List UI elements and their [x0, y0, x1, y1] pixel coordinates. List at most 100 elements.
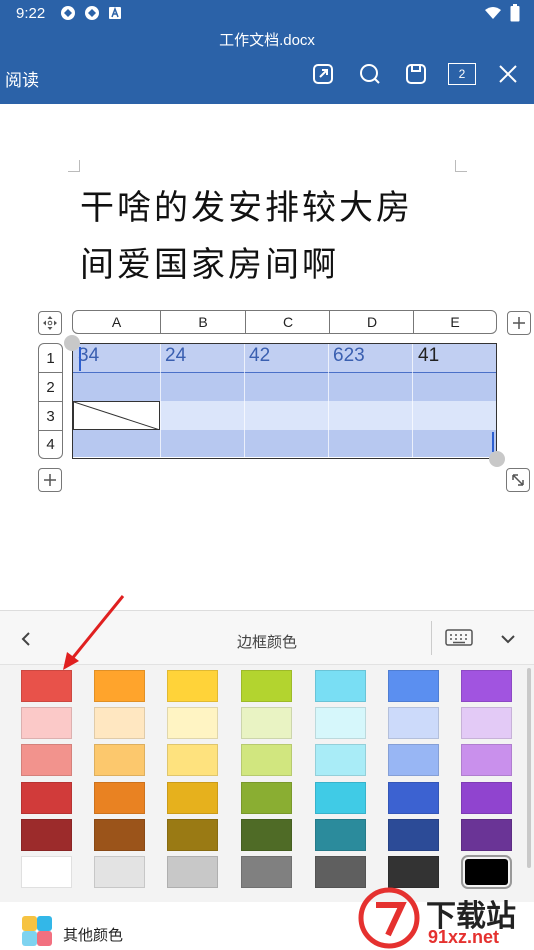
color-swatch[interactable] [388, 707, 439, 739]
color-grid-icon [22, 916, 52, 946]
color-swatch[interactable] [94, 856, 145, 888]
status-system-icons [484, 4, 520, 22]
column-line [244, 344, 245, 457]
palette-scrollbar[interactable] [527, 668, 531, 868]
color-swatch[interactable] [315, 782, 366, 814]
close-button[interactable] [494, 60, 522, 88]
color-swatch[interactable] [388, 782, 439, 814]
plus-icon [44, 474, 56, 486]
resize-diagonal-icon [512, 474, 524, 486]
color-swatch[interactable] [21, 744, 72, 776]
color-swatch[interactable] [167, 744, 218, 776]
color-swatch[interactable] [21, 856, 72, 888]
annotation-arrow [63, 595, 125, 670]
table-row[interactable] [73, 373, 496, 401]
add-column-button[interactable] [507, 311, 531, 335]
color-swatch[interactable] [94, 744, 145, 776]
share-button[interactable] [309, 60, 337, 88]
table-move-button[interactable] [38, 311, 62, 335]
row-header-1[interactable]: 1 [38, 343, 63, 373]
page-count-button[interactable]: 2 [448, 63, 476, 85]
color-swatch[interactable] [241, 819, 292, 851]
color-swatch[interactable] [241, 707, 292, 739]
color-swatch[interactable] [94, 819, 145, 851]
document-title: 工作文档.docx [219, 32, 315, 49]
color-swatch[interactable] [167, 782, 218, 814]
table-row[interactable] [73, 430, 496, 457]
keyboard-icon [445, 629, 473, 646]
color-swatch[interactable] [461, 782, 512, 814]
column-header-d[interactable]: D [330, 311, 414, 333]
app-notification-icon [60, 5, 76, 21]
keyboard-button[interactable] [444, 627, 474, 649]
color-swatch[interactable] [94, 782, 145, 814]
color-swatch[interactable] [461, 855, 512, 889]
color-swatch[interactable] [241, 744, 292, 776]
document-table[interactable]: 34 24 42 623 41 [72, 343, 497, 459]
move-arrows-icon [43, 316, 57, 330]
color-swatch[interactable] [241, 856, 292, 888]
color-swatch[interactable] [315, 819, 366, 851]
panel-divider [431, 621, 432, 655]
color-swatch[interactable] [315, 707, 366, 739]
color-swatch[interactable] [388, 856, 439, 888]
color-swatch[interactable] [315, 744, 366, 776]
color-swatch[interactable] [167, 819, 218, 851]
color-swatch[interactable] [167, 856, 218, 888]
color-swatch[interactable] [167, 670, 218, 702]
row-header-4[interactable]: 4 [38, 430, 63, 459]
color-swatch[interactable] [461, 670, 512, 702]
cell-a1[interactable]: 34 [78, 345, 99, 367]
color-swatch[interactable] [315, 856, 366, 888]
color-swatch[interactable] [461, 819, 512, 851]
color-swatch[interactable] [21, 707, 72, 739]
color-swatch[interactable] [21, 819, 72, 851]
search-icon [360, 64, 380, 84]
cell-c1[interactable]: 42 [249, 345, 270, 367]
diagonal-line [74, 402, 160, 430]
color-swatch[interactable] [461, 707, 512, 739]
column-header-e[interactable]: E [414, 311, 496, 333]
color-swatch[interactable] [388, 744, 439, 776]
search-button[interactable] [356, 60, 384, 88]
color-swatch[interactable] [21, 782, 72, 814]
color-swatch[interactable] [94, 707, 145, 739]
color-swatch[interactable] [241, 782, 292, 814]
column-header-a[interactable]: A [73, 311, 160, 333]
app-notification-icon [84, 5, 100, 21]
color-swatch[interactable] [388, 670, 439, 702]
save-icon [406, 64, 426, 84]
row-header-2[interactable]: 2 [38, 372, 63, 402]
watermark-url: 91xz.net [428, 927, 500, 947]
selection-edge [492, 432, 494, 452]
document-heading-line-1: 干啥的发安排较大房 [80, 188, 413, 228]
color-swatch[interactable] [241, 670, 292, 702]
column-header-b[interactable]: B [161, 311, 245, 333]
cell-e1[interactable]: 41 [418, 345, 439, 367]
color-swatch[interactable] [315, 670, 366, 702]
app-header: 9:22 工作文档.docx 阅读 2 [0, 0, 534, 104]
color-swatch[interactable] [167, 707, 218, 739]
save-button[interactable] [402, 60, 430, 88]
diagonal-split-cell[interactable] [73, 401, 160, 430]
selection-start-handle[interactable] [64, 335, 80, 351]
selection-end-handle[interactable] [489, 451, 505, 467]
status-notification-icons [60, 5, 124, 21]
text-cursor [79, 347, 81, 371]
wifi-icon [485, 7, 501, 19]
read-mode-button[interactable]: 阅读 [5, 66, 39, 91]
more-colors-label: 其他颜色 [63, 926, 124, 944]
table-row[interactable] [73, 401, 496, 430]
column-header-bar: A B C D E [72, 310, 497, 334]
column-header-c[interactable]: C [246, 311, 330, 333]
color-swatch[interactable] [461, 744, 512, 776]
add-row-button[interactable] [38, 468, 62, 492]
cell-d1[interactable]: 623 [333, 345, 365, 367]
table-row[interactable]: 34 24 42 623 41 [73, 344, 496, 373]
cell-b1[interactable]: 24 [165, 345, 186, 367]
collapse-panel-button[interactable] [496, 627, 520, 651]
color-swatch[interactable] [388, 819, 439, 851]
resize-table-button[interactable] [506, 468, 530, 492]
row-header-3[interactable]: 3 [38, 401, 63, 431]
document-heading-line-2: 间爱国家房间啊 [80, 245, 339, 285]
